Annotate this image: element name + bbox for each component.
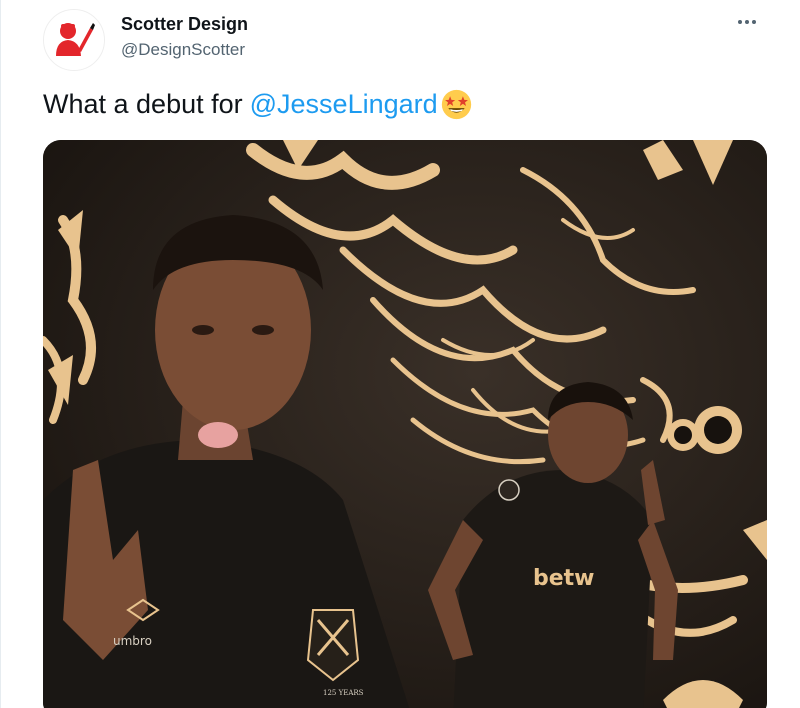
tweet-text-body: What a debut for bbox=[43, 89, 243, 119]
avatar-logo-icon bbox=[44, 10, 104, 70]
tweet-card: Scotter Design @DesignScotter What a deb… bbox=[0, 0, 800, 708]
star-struck-emoji-icon bbox=[440, 88, 473, 121]
crest-text: 125 YEARS bbox=[323, 689, 364, 697]
display-name[interactable]: Scotter Design bbox=[121, 14, 248, 35]
mention-link[interactable]: @JesseLingard bbox=[250, 89, 438, 120]
avatar[interactable] bbox=[43, 9, 105, 71]
player-artwork: umbro 125 YEARS betw bbox=[43, 140, 767, 708]
kit-brand-label: umbro bbox=[113, 634, 152, 648]
user-handle[interactable]: @DesignScotter bbox=[121, 40, 245, 60]
tweet-text: What a debut for @JesseLingard bbox=[43, 88, 473, 121]
more-options-icon[interactable] bbox=[732, 10, 762, 34]
tweet-media-image[interactable]: umbro 125 YEARS betw bbox=[43, 140, 767, 708]
sponsor-label: betw bbox=[533, 566, 595, 591]
